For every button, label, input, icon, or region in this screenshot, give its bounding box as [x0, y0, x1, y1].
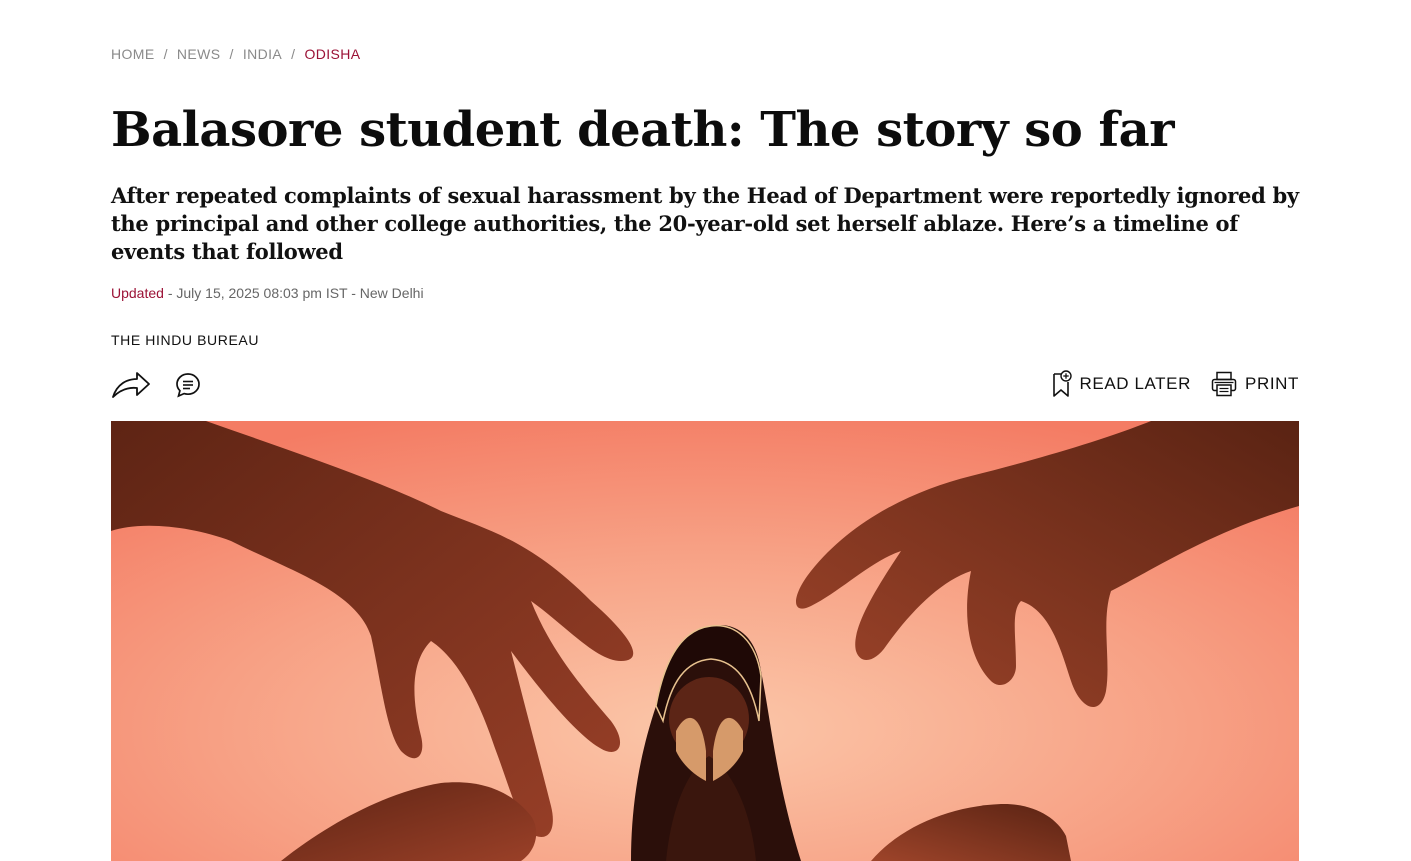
article-subtitle: After repeated complaints of sexual hara… — [111, 183, 1299, 264]
article-title: Balasore student death: The story so far — [111, 102, 1175, 158]
social-actions — [111, 370, 201, 400]
breadcrumb-separator: / — [291, 46, 296, 62]
breadcrumb: HOME / NEWS / INDIA / ODISHA — [111, 46, 361, 62]
hero-image — [111, 421, 1299, 861]
breadcrumb-separator: / — [229, 46, 234, 62]
updated-timestamp: - July 15, 2025 08:03 pm IST - New Delhi — [163, 285, 424, 301]
breadcrumb-separator: / — [163, 46, 168, 62]
updated-label: Updated — [111, 285, 164, 301]
share-icon[interactable] — [111, 370, 151, 400]
read-later-label: READ LATER — [1079, 374, 1191, 393]
bookmark-add-icon — [1052, 370, 1072, 397]
article-tools: READ LATER PRINT — [1052, 370, 1300, 398]
breadcrumb-odisha[interactable]: ODISHA — [304, 46, 360, 62]
breadcrumb-india[interactable]: INDIA — [243, 46, 282, 62]
breadcrumb-news[interactable]: NEWS — [177, 46, 221, 62]
print-button[interactable]: PRINT — [1211, 371, 1299, 397]
comment-icon[interactable] — [175, 372, 201, 398]
updated-line: Updated - July 15, 2025 08:03 pm IST - N… — [111, 285, 424, 301]
print-label: PRINT — [1245, 374, 1299, 393]
read-later-button[interactable]: READ LATER — [1052, 370, 1192, 398]
breadcrumb-home[interactable]: HOME — [111, 46, 155, 62]
printer-icon — [1211, 371, 1237, 397]
hero-illustration — [111, 421, 1299, 861]
author-byline[interactable]: THE HINDU BUREAU — [111, 332, 259, 348]
